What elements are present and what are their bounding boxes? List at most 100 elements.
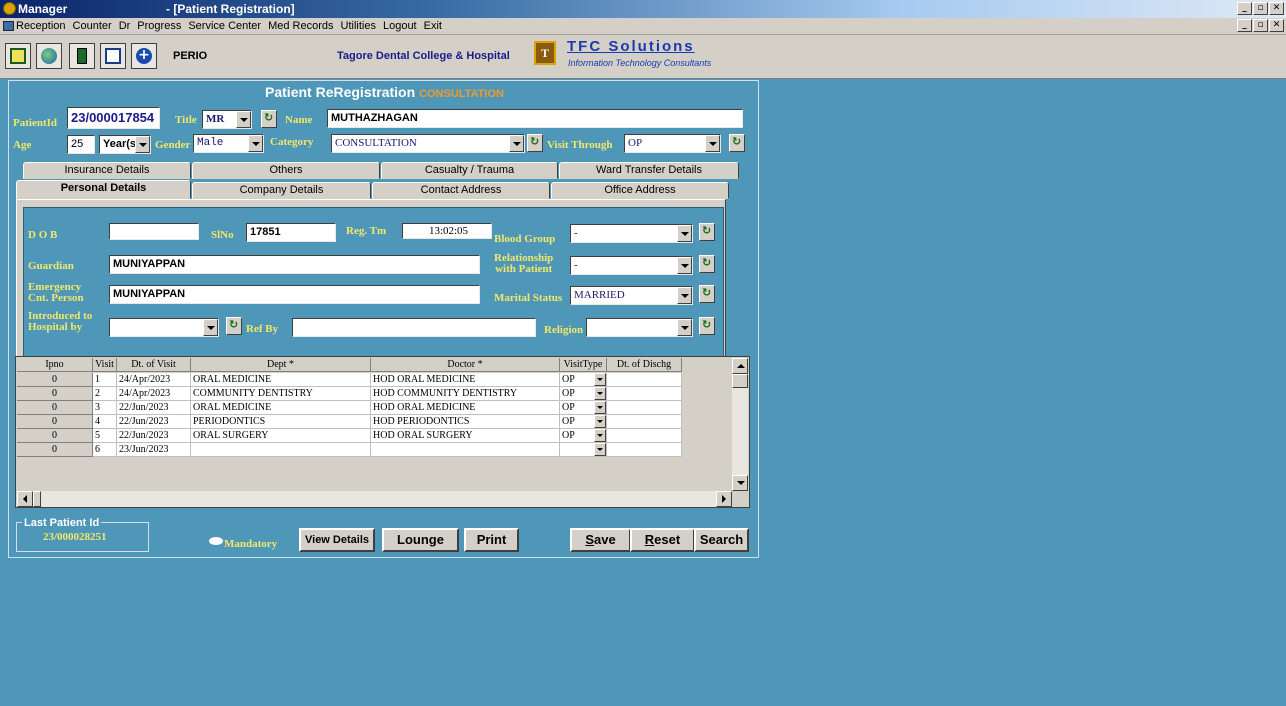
cell-doctor[interactable]: HOD PERIODONTICS	[371, 415, 560, 429]
lounge-button[interactable]: Lounge	[382, 528, 459, 552]
marital-status-refresh-icon[interactable]	[699, 285, 715, 303]
chevron-down-icon[interactable]	[677, 257, 692, 274]
col-dept[interactable]: Dept *	[191, 358, 371, 372]
cell-visit[interactable]: 4	[93, 415, 117, 429]
restore-icon[interactable]: ▫	[1253, 2, 1268, 15]
cell-ipno[interactable]: 0	[17, 401, 93, 415]
table-row[interactable]: 0 2 24/Apr/2023 COMMUNITY DENTISTRY HOD …	[17, 387, 682, 401]
visit-through-select[interactable]: OP	[624, 134, 721, 153]
cell-dept[interactable]	[191, 443, 371, 457]
tab-ward-transfer-details[interactable]: Ward Transfer Details	[559, 162, 739, 179]
religion-select[interactable]	[586, 318, 693, 337]
cell-dept[interactable]: COMMUNITY DENTISTRY	[191, 387, 371, 401]
chevron-down-icon[interactable]	[248, 135, 263, 152]
cell-discharge[interactable]	[607, 443, 682, 457]
chevron-down-icon[interactable]	[677, 287, 692, 304]
cell-discharge[interactable]	[607, 401, 682, 415]
table-row[interactable]: 0 1 24/Apr/2023 ORAL MEDICINE HOD ORAL M…	[17, 373, 682, 387]
tab-others[interactable]: Others	[192, 162, 380, 179]
religion-refresh-icon[interactable]	[699, 317, 715, 335]
visit-through-refresh-icon[interactable]	[729, 134, 745, 152]
chevron-down-icon[interactable]	[509, 135, 524, 152]
menu-progress[interactable]: Progress	[137, 20, 181, 32]
vertical-scrollbar[interactable]	[732, 358, 748, 491]
cell-visit-type[interactable]: OP	[560, 387, 607, 401]
cell-ipno[interactable]: 0	[17, 373, 93, 387]
cell-ipno[interactable]: 0	[17, 387, 93, 401]
cell-dept[interactable]: PERIODONTICS	[191, 415, 371, 429]
title-refresh-icon[interactable]	[261, 110, 277, 128]
cell-doctor[interactable]	[371, 443, 560, 457]
save-button[interactable]: Save	[570, 528, 631, 552]
introduced-by-select[interactable]	[109, 318, 219, 337]
chevron-down-icon[interactable]	[203, 319, 218, 336]
cell-dept[interactable]: ORAL MEDICINE	[191, 373, 371, 387]
cell-discharge[interactable]	[607, 429, 682, 443]
medical-cross-icon[interactable]: +	[131, 43, 157, 69]
chevron-down-icon[interactable]	[594, 415, 606, 428]
cell-doctor[interactable]: HOD COMMUNITY DENTISTRY	[371, 387, 560, 401]
chevron-down-icon[interactable]	[677, 225, 692, 242]
chevron-down-icon[interactable]	[677, 319, 692, 336]
cell-ipno[interactable]: 0	[17, 429, 93, 443]
chevron-down-icon[interactable]	[594, 373, 606, 386]
blood-group-select[interactable]: -	[570, 224, 693, 243]
col-date-of-discharge[interactable]: Dt. of Dischg	[607, 358, 682, 372]
register-icon[interactable]	[5, 43, 31, 69]
cell-doctor[interactable]: HOD ORAL MEDICINE	[371, 401, 560, 415]
chevron-down-icon[interactable]	[705, 135, 720, 152]
cell-ipno[interactable]: 0	[17, 415, 93, 429]
globe-icon[interactable]	[36, 43, 62, 69]
scroll-left-icon[interactable]	[17, 491, 33, 507]
tab-company-details[interactable]: Company Details	[192, 182, 371, 199]
patient-id-field[interactable]: 23/000017854	[67, 107, 160, 129]
cell-date[interactable]: 23/Jun/2023	[117, 443, 191, 457]
scroll-thumb[interactable]	[732, 374, 748, 388]
scroll-down-icon[interactable]	[732, 475, 748, 491]
horizontal-scrollbar[interactable]	[17, 491, 732, 507]
cell-visit[interactable]: 2	[93, 387, 117, 401]
table-row[interactable]: 0 4 22/Jun/2023 PERIODONTICS HOD PERIODO…	[17, 415, 682, 429]
menu-dr[interactable]: Dr	[119, 20, 131, 32]
cell-visit[interactable]: 1	[93, 373, 117, 387]
dob-field[interactable]	[109, 223, 199, 240]
chevron-down-icon[interactable]	[236, 111, 251, 128]
tab-casualty-trauma[interactable]: Casualty / Trauma	[381, 162, 558, 179]
marital-status-select[interactable]: MARRIED	[570, 286, 693, 305]
menu-exit[interactable]: Exit	[424, 20, 442, 32]
cell-visit[interactable]: 3	[93, 401, 117, 415]
cell-date[interactable]: 24/Apr/2023	[117, 373, 191, 387]
close-icon[interactable]: ✕	[1269, 2, 1284, 15]
table-row[interactable]: 0 6 23/Jun/2023	[17, 443, 682, 457]
table-row[interactable]: 0 3 22/Jun/2023 ORAL MEDICINE HOD ORAL M…	[17, 401, 682, 415]
introduced-by-refresh-icon[interactable]	[226, 317, 242, 335]
menu-counter[interactable]: Counter	[73, 20, 112, 32]
tab-personal-details[interactable]: Personal Details	[16, 180, 191, 199]
scroll-up-icon[interactable]	[732, 358, 748, 374]
scroll-thumb-horizontal[interactable]	[33, 491, 41, 507]
col-doctor[interactable]: Doctor *	[371, 358, 560, 372]
cell-date[interactable]: 24/Apr/2023	[117, 387, 191, 401]
table-row[interactable]: 0 5 22/Jun/2023 ORAL SURGERY HOD ORAL SU…	[17, 429, 682, 443]
tab-office-address[interactable]: Office Address	[551, 182, 729, 199]
cell-ipno[interactable]: 0	[17, 443, 93, 457]
chevron-down-icon[interactable]	[594, 443, 606, 456]
col-ipno[interactable]: Ipno	[17, 358, 93, 372]
menu-logout[interactable]: Logout	[383, 20, 417, 32]
category-select[interactable]: CONSULTATION	[331, 134, 525, 153]
minimize-icon[interactable]: _	[1237, 2, 1252, 15]
cell-date[interactable]: 22/Jun/2023	[117, 415, 191, 429]
blood-group-refresh-icon[interactable]	[699, 223, 715, 241]
chevron-down-icon[interactable]	[135, 136, 150, 153]
cell-doctor[interactable]: HOD ORAL SURGERY	[371, 429, 560, 443]
view-details-button[interactable]: View Details	[299, 528, 375, 552]
cell-visit[interactable]: 6	[93, 443, 117, 457]
chevron-down-icon[interactable]	[594, 401, 606, 414]
cell-dept[interactable]: ORAL MEDICINE	[191, 401, 371, 415]
age-field[interactable]: 25	[67, 135, 95, 154]
child-close-icon[interactable]: ✕	[1269, 19, 1284, 32]
reset-button[interactable]: Reset	[630, 528, 695, 552]
cell-discharge[interactable]	[607, 373, 682, 387]
menu-utilities[interactable]: Utilities	[341, 20, 376, 32]
print-button[interactable]: Print	[464, 528, 519, 552]
